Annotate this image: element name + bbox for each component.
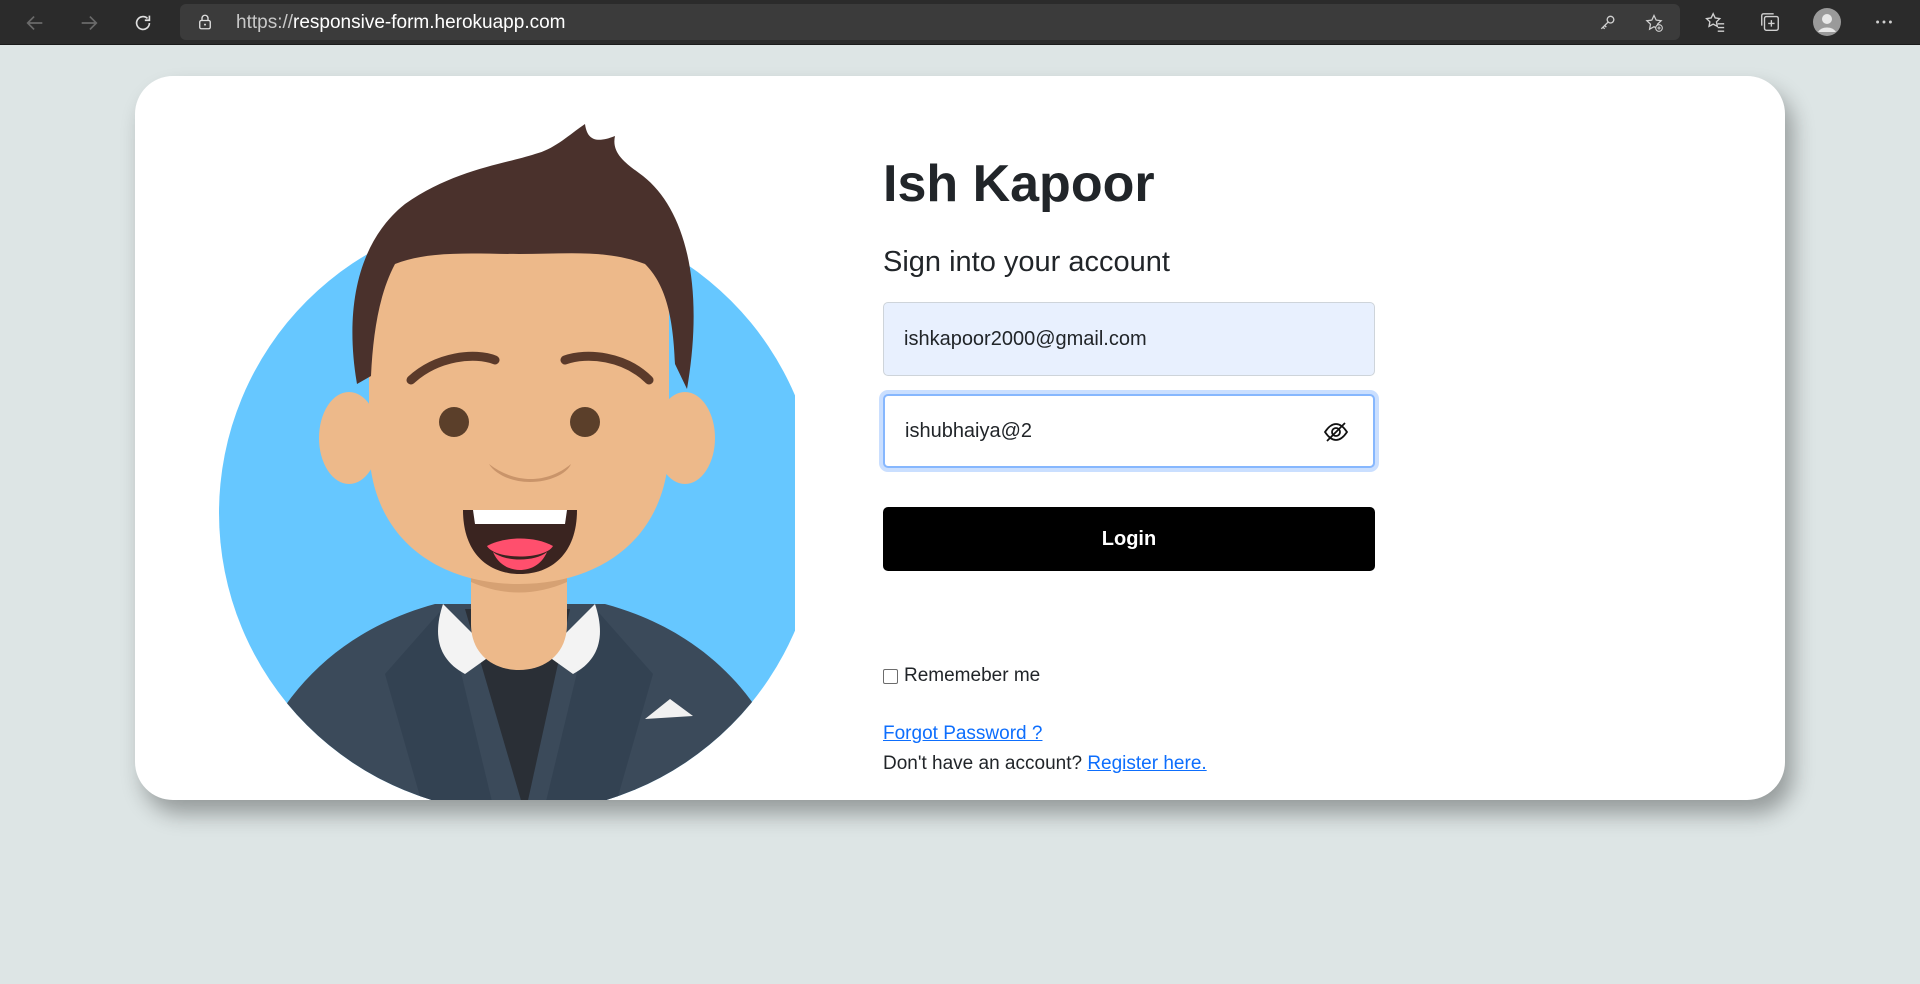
remember-label: Rememeber me — [904, 665, 1041, 686]
more-options-icon[interactable] — [1872, 10, 1896, 34]
email-field[interactable]: ishkapoor2000@gmail.com — [883, 302, 1375, 376]
browser-toolbar: https://responsive-form.herokuapp.com — [0, 0, 1920, 45]
arrow-right-icon — [81, 15, 98, 31]
forgot-password-link[interactable]: Forgot Password ? — [883, 723, 1042, 745]
register-prompt: Don't have an account? Register here. — [883, 753, 1207, 775]
email-value: ishkapoor2000@gmail.com — [904, 327, 1147, 350]
avatar-illustration — [219, 124, 795, 800]
favorites-icon[interactable] — [1703, 10, 1727, 34]
refresh-icon — [135, 15, 151, 31]
brand-title: Ish Kapoor — [883, 155, 1155, 213]
key-icon[interactable] — [1598, 13, 1618, 33]
lock-icon[interactable] — [196, 13, 214, 31]
remember-checkbox[interactable] — [883, 668, 898, 684]
forward-button[interactable] — [74, 8, 104, 38]
arrow-left-icon — [26, 15, 43, 31]
eye-slash-icon[interactable] — [1323, 420, 1349, 444]
back-button[interactable] — [20, 8, 50, 38]
collections-icon[interactable] — [1758, 10, 1782, 34]
login-card: Ish Kapoor Sign into your account ishkap… — [135, 76, 1785, 800]
register-prompt-text: Don't have an account? — [883, 753, 1088, 774]
reload-button[interactable] — [128, 8, 158, 38]
sign-in-heading: Sign into your account — [883, 246, 1170, 278]
password-field[interactable]: ishubhaiya@2 — [883, 394, 1375, 468]
login-button[interactable]: Login — [883, 507, 1375, 571]
remember-me[interactable]: Rememeber me — [883, 665, 1040, 687]
profile-avatar-icon[interactable] — [1812, 7, 1842, 37]
password-value: ishubhaiya@2 — [905, 419, 1033, 442]
url-text: https://responsive-form.herokuapp.com — [236, 12, 566, 33]
register-link[interactable]: Register here. — [1087, 753, 1206, 774]
address-bar[interactable]: https://responsive-form.herokuapp.com — [180, 4, 1680, 40]
add-favorite-icon[interactable] — [1644, 13, 1664, 33]
